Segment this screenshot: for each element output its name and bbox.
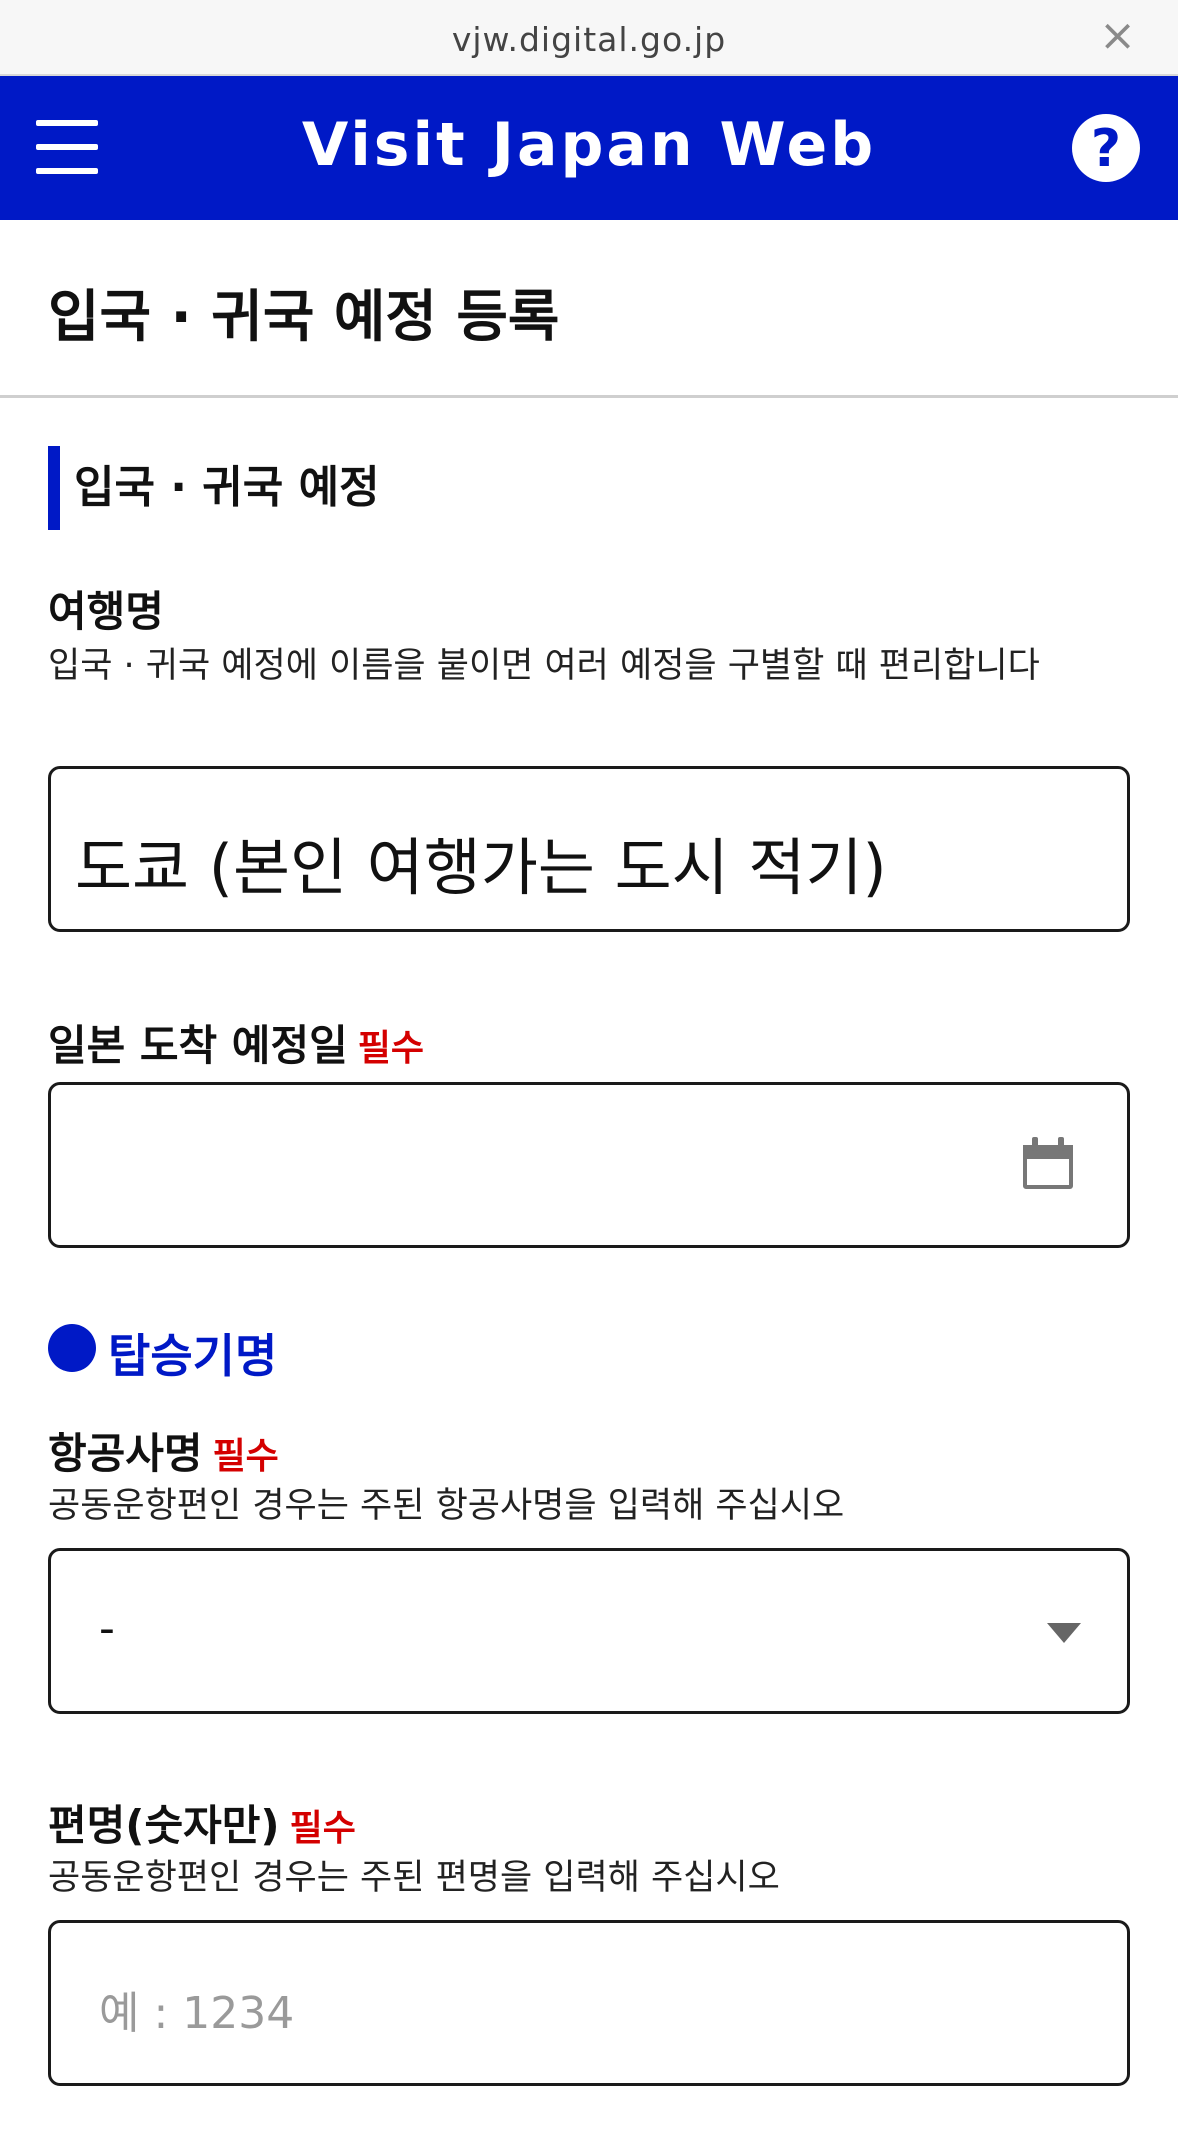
- arrival-date-label-text: 일본 도착 예정일: [48, 1021, 348, 1070]
- flight-number-help: 공동운항편인 경우는 주된 편명을 입력해 주십시오: [48, 1858, 780, 1898]
- trip-name-label: 여행명: [48, 587, 164, 636]
- required-badge: 필수: [289, 1808, 356, 1849]
- airline-label-text: 항공사명: [48, 1429, 203, 1478]
- required-badge: 필수: [357, 1028, 424, 1069]
- bullet-dot-icon: [48, 1324, 96, 1372]
- airline-help: 공동운항편인 경우는 주된 항공사명을 입력해 주십시오: [48, 1486, 845, 1526]
- flight-number-placeholder: 예 : 1234: [99, 1988, 295, 2039]
- url-text[interactable]: vjw.digital.go.jp: [0, 20, 1178, 59]
- flight-subheading-text: 탑승기명: [108, 1329, 278, 1383]
- page-title: 입국 · 귀국 예정 등록: [48, 285, 560, 350]
- browser-url-bar: vjw.digital.go.jp ×: [0, 0, 1178, 76]
- app-title: Visit Japan Web: [301, 110, 877, 180]
- section-heading-text: 입국 · 귀국 예정: [74, 462, 380, 513]
- arrival-date-label: 일본 도착 예정일 필수: [48, 1012, 424, 1073]
- trip-name-input[interactable]: 도쿄 (본인 여행가는 도시 적기): [48, 766, 1130, 932]
- calendar-icon[interactable]: [1023, 1137, 1073, 1189]
- chevron-down-icon: [1047, 1623, 1081, 1643]
- airline-select[interactable]: -: [48, 1548, 1130, 1714]
- flight-number-label: 편명(숫자만) 필수: [48, 1792, 356, 1853]
- section-heading: 입국 · 귀국 예정: [48, 446, 380, 530]
- trip-name-help: 입국 · 귀국 예정에 이름을 붙이면 여러 예정을 구별할 때 편리합니다: [48, 646, 1040, 686]
- required-badge: 필수: [212, 1436, 279, 1477]
- flight-number-input[interactable]: 예 : 1234: [48, 1920, 1130, 2086]
- airline-selected-value: -: [99, 1603, 115, 1654]
- arrival-date-input[interactable]: [48, 1082, 1130, 1248]
- airline-label: 항공사명 필수: [48, 1420, 279, 1481]
- trip-name-value: 도쿄 (본인 여행가는 도시 적기): [75, 831, 887, 904]
- flight-number-label-text: 편명(숫자만): [48, 1801, 280, 1850]
- help-icon[interactable]: ?: [1072, 114, 1140, 182]
- page-title-bar: 입국 · 귀국 예정 등록: [0, 220, 1178, 398]
- app-header: Visit Japan Web ?: [0, 76, 1178, 220]
- close-icon[interactable]: ×: [1099, 14, 1136, 58]
